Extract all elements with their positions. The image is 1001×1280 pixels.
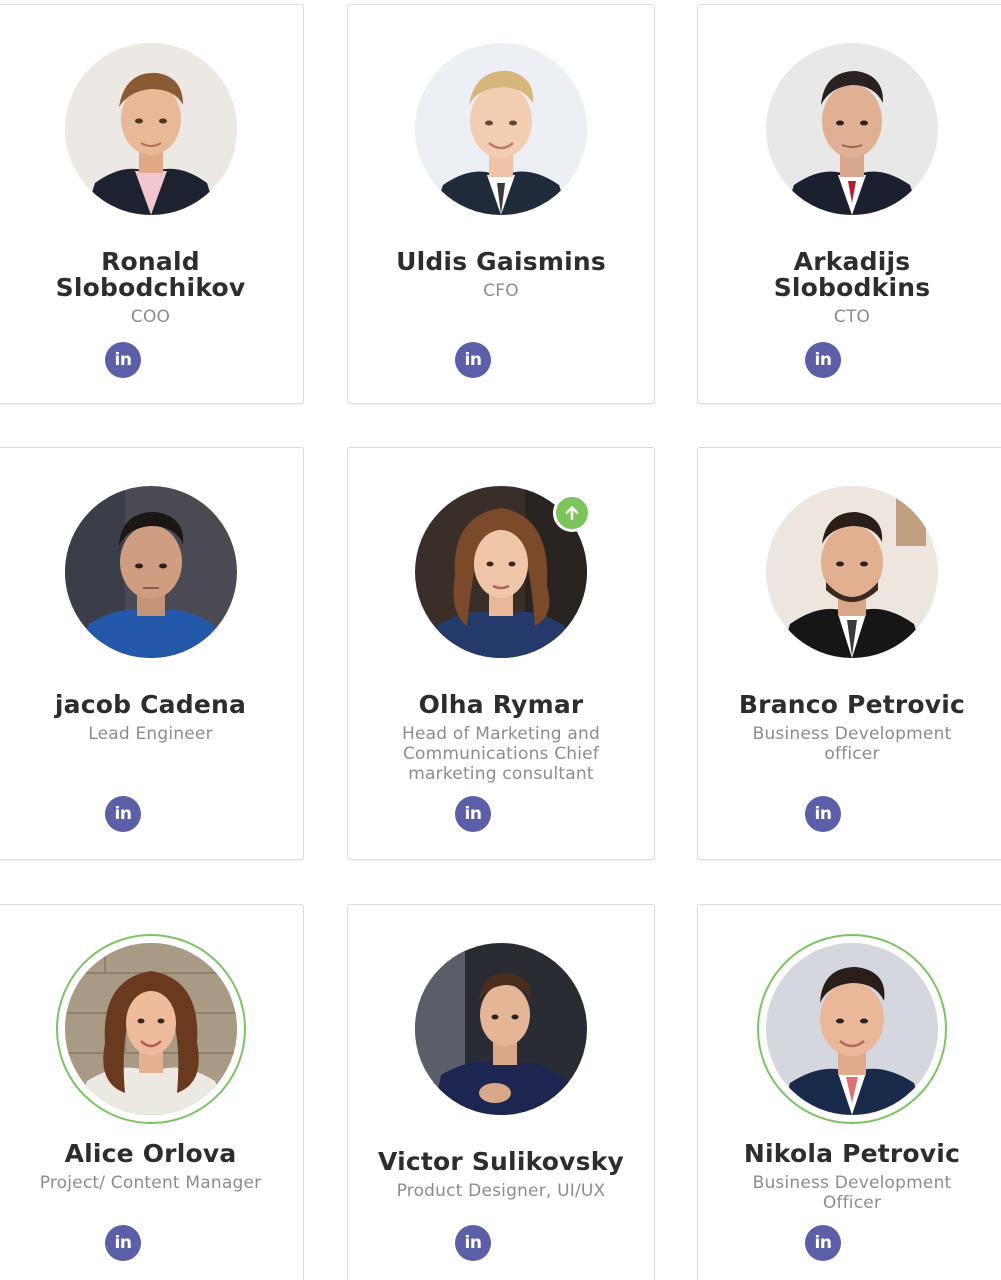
linkedin-icon: in	[464, 1232, 482, 1253]
portrait-photo	[415, 943, 587, 1115]
member-name: Olha Rymar	[418, 690, 584, 719]
arrow-up-badge[interactable]	[553, 494, 591, 532]
avatar	[55, 934, 246, 1124]
linkedin-button[interactable]: in	[105, 796, 141, 832]
member-role: Product Designer, UI/UX	[396, 1181, 606, 1201]
team-card: Ronald Slobodchikov COO in	[0, 4, 304, 404]
linkedin-button[interactable]: in	[105, 342, 141, 378]
linkedin-icon: in	[114, 349, 132, 370]
member-role: Lead Engineer	[88, 724, 213, 744]
linkedin-icon: in	[464, 349, 482, 370]
avatar	[766, 486, 938, 658]
portrait-photo	[766, 943, 938, 1115]
member-role: Business Development Officer	[752, 1173, 952, 1213]
member-role: CTO	[833, 307, 871, 327]
member-name: Ronald Slobodchikov	[55, 247, 246, 302]
member-name: Alice Orlova	[64, 1139, 237, 1168]
linkedin-button[interactable]: in	[805, 1225, 841, 1261]
team-card: Arkadijs Slobodkins CTO in	[697, 4, 1001, 404]
member-role: Business Development officer	[752, 724, 952, 764]
portrait-photo	[64, 43, 237, 215]
team-card: Uldis Gaismins CFO in	[347, 4, 655, 404]
avatar	[415, 943, 587, 1115]
portrait-photo	[64, 943, 237, 1115]
linkedin-button[interactable]: in	[455, 342, 491, 378]
avatar	[415, 43, 587, 215]
member-role: Project/ Content Manager	[39, 1173, 262, 1193]
linkedin-icon: in	[814, 1232, 832, 1253]
arrow-up-icon	[565, 506, 579, 521]
linkedin-button[interactable]: in	[455, 796, 491, 832]
linkedin-icon: in	[464, 803, 482, 824]
avatar	[415, 486, 591, 658]
linkedin-icon: in	[114, 803, 132, 824]
portrait-photo	[766, 43, 938, 215]
linkedin-button[interactable]: in	[805, 342, 841, 378]
team-card: Olha Rymar Head of Marketing and Communi…	[347, 447, 655, 860]
linkedin-icon: in	[114, 1232, 132, 1253]
member-role: CFO	[483, 281, 519, 301]
portrait-photo	[64, 486, 237, 658]
avatar	[64, 43, 237, 215]
linkedin-button[interactable]: in	[455, 1225, 491, 1261]
team-card: jacob Cadena Lead Engineer in	[0, 447, 304, 860]
team-card: Nikola Petrovic Business Development Off…	[697, 904, 1001, 1280]
member-name: jacob Cadena	[54, 690, 247, 719]
member-name: Branco Petrovic	[738, 690, 966, 719]
team-grid: Ronald Slobodchikov COO in Uldis Gaismin…	[0, 0, 1001, 1280]
team-card: Victor Sulikovsky Product Designer, UI/U…	[347, 904, 655, 1280]
avatar	[757, 934, 947, 1124]
linkedin-icon: in	[814, 803, 832, 824]
member-name: Victor Sulikovsky	[377, 1147, 625, 1176]
portrait-photo	[766, 486, 938, 658]
member-role: COO	[130, 307, 171, 327]
linkedin-icon: in	[814, 349, 832, 370]
avatar	[64, 486, 237, 658]
member-name: Nikola Petrovic	[743, 1139, 961, 1168]
team-card: Branco Petrovic Business Development off…	[697, 447, 1001, 860]
member-role: Head of Marketing and Communications Chi…	[402, 724, 600, 784]
team-card: Alice Orlova Project/ Content Manager in	[0, 904, 304, 1280]
member-name: Arkadijs Slobodkins	[773, 247, 931, 302]
avatar	[766, 43, 938, 215]
member-name: Uldis Gaismins	[396, 247, 606, 276]
linkedin-button[interactable]: in	[105, 1225, 141, 1261]
linkedin-button[interactable]: in	[805, 796, 841, 832]
portrait-photo	[415, 43, 587, 215]
